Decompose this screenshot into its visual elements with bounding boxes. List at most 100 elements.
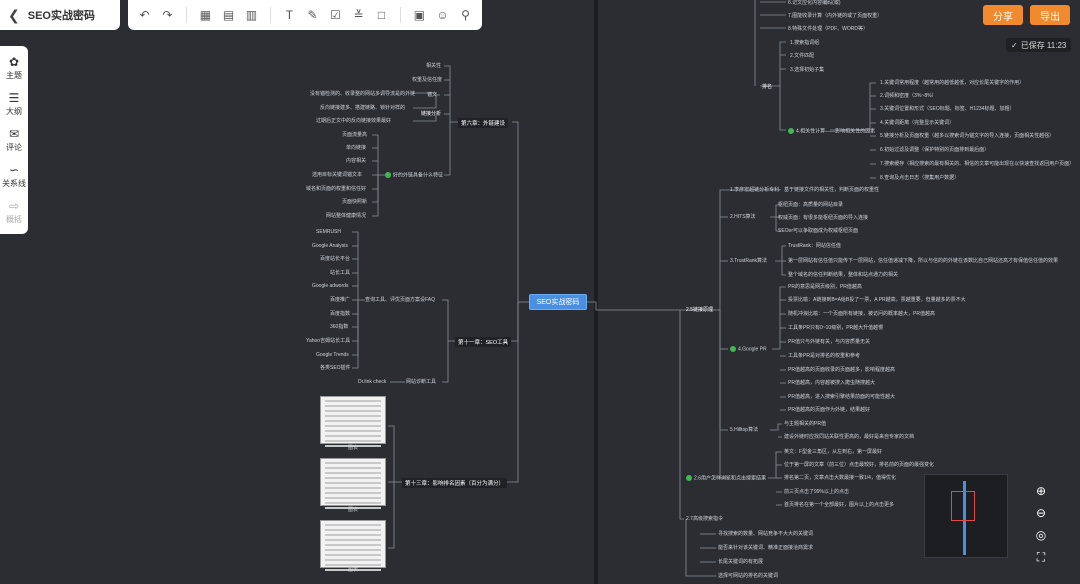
list-item[interactable]: PR值越高，内容越被搜入爬虫随搜越大 (788, 380, 875, 386)
list-item[interactable]: 锚文 (427, 92, 437, 98)
minimap-viewport[interactable] (951, 491, 975, 521)
chart-image[interactable] (320, 458, 386, 509)
chapter-13-node[interactable]: 第十三章：影响排名因素（百分为满分） (402, 478, 508, 488)
list-item[interactable]: 360指数 (330, 324, 348, 330)
list-item[interactable]: 选用目标关键词锚文本 (312, 172, 362, 178)
chart-image[interactable] (320, 520, 386, 571)
list-item[interactable]: 2.词频和密度（3%~8%） (880, 93, 937, 99)
list-item[interactable]: 2.7高级搜索指令 (686, 516, 723, 522)
image-caption: 图表 (348, 445, 359, 451)
list-item[interactable]: 工具条PR只有0~10级别，PR越大升值越慢 (788, 325, 883, 331)
list-item[interactable]: 7.图能收录计算（内外链的或了页面权重） (788, 13, 882, 19)
list-item[interactable]: 基于链接文件的相关性，判断页面的权重性 (784, 187, 879, 193)
list-item[interactable]: 工具条PR是对排名的权重和参考 (788, 353, 860, 359)
list-item[interactable]: 6.记文应化内容编码(或) (788, 0, 841, 6)
list-item[interactable]: 前三页点击了99%以上的点击 (784, 489, 849, 495)
list-item[interactable]: 2.文件匹配 (790, 53, 814, 59)
list-item[interactable]: SEOer可以争取面成为权威枢纽页面 (778, 228, 858, 234)
list-item[interactable]: 各类SEO插件 (320, 365, 351, 371)
list-item[interactable]: 长尾关键词的有拓展 (718, 559, 763, 565)
list-item[interactable]: 选择可网站的排名的关键词 (718, 573, 778, 579)
chart-image[interactable] (320, 396, 386, 447)
list-item[interactable]: 位于第一屏的文章（前三位）点击最较好，排名前的页面的最强变化 (784, 462, 934, 468)
root-node[interactable]: SEO实战密码 (529, 294, 587, 310)
list-item[interactable]: 4.关键词距离（完整显示关键词） (880, 120, 954, 126)
list-item[interactable]: PR值只与外链有关，与内容质量无关 (788, 339, 870, 345)
list-item[interactable]: 1.搜索指词组 (790, 40, 819, 46)
list-item[interactable]: 百度站长平台 (320, 256, 350, 262)
list-item[interactable]: 内容相关 (346, 158, 366, 164)
list-item[interactable]: 过期后正文中的反向链接效果最好 (316, 118, 391, 124)
list-item[interactable]: Google Analysis (312, 243, 348, 249)
list-item[interactable]: 随机冲浪比喻：一个页面所有链接，被访问的概率越大，PR值越高 (788, 311, 935, 317)
group-node[interactable]: 网站诊断工具 (406, 379, 436, 385)
chapter-6-node[interactable]: 第六章：外链建设 (458, 118, 509, 128)
list-item[interactable]: PR值越高的页面收录的页面越多，影响程度越高 (788, 367, 895, 373)
list-item[interactable]: 英文：F型金三角区，从左到右，第一屏最好 (784, 449, 882, 455)
mindmap-connectors (352, 0, 876, 577)
list-item[interactable]: 建设外链时应找同站关联性更高的，最好是来自专家的文档 (784, 434, 914, 440)
list-item[interactable]: 5.Hilltop算法 (730, 427, 758, 433)
list-item[interactable]: 1.李彦宏超链分析专利 (730, 187, 779, 193)
list-item[interactable]: 页面快照新 (342, 199, 367, 205)
list-item[interactable]: 6.初始过滤及调整（保护特别的页面排到最后面） (880, 147, 989, 153)
group-node[interactable]: 查询工具、评优页面方案设FAQ (365, 297, 435, 303)
list-item[interactable]: TrustRank：网站信任值 (788, 243, 841, 249)
group-node[interactable]: 好的外链具备什么特征 (385, 172, 443, 178)
list-item[interactable]: Google Trends (316, 352, 349, 358)
list-item[interactable]: Yahoo吉姆站长工具 (306, 338, 350, 344)
list-item[interactable]: 单向链接 (346, 145, 366, 151)
rank-node[interactable]: 排名 (762, 84, 772, 90)
list-item[interactable]: 1.关键词常用程度（越常用的越低越低，对应长尾关键字的作用） (880, 80, 1024, 86)
chapter-11-node[interactable]: 第十一章：SEO工具 (455, 337, 512, 347)
list-item[interactable]: 能否来针对该关键词、精准正面接洽商需求 (718, 545, 813, 551)
list-item[interactable]: 百度指数 (330, 311, 350, 317)
list-item[interactable]: 8.特殊文件处理（PDF、WORD等） (788, 26, 868, 32)
list-item[interactable]: 反向链接建多、搭建链路、锁针对样的 (320, 105, 405, 111)
list-item[interactable]: 站长工具 (330, 270, 350, 276)
list-item[interactable]: PR值越高，进入搜索引擎结果前面的可能性越大 (788, 394, 895, 400)
list-item[interactable]: 寻找搜索的数量、网站竞争不大大的关键词 (718, 531, 813, 537)
list-item[interactable]: 2.HITS算法 (730, 214, 756, 220)
list-item[interactable]: 百度推广 (330, 297, 350, 303)
list-item[interactable]: 第一层网站有信任值只能传下一层网站，信任值递减下降，所以与信的的外链在该数比自己… (788, 258, 1058, 264)
group-node[interactable]: 4.Google PR (730, 346, 767, 352)
list-item[interactable]: 没有锚检测的、收录整的网站多调导流是的外链 (310, 91, 415, 97)
group-label: 4.Google PR (738, 346, 767, 353)
list-item[interactable]: 8.查询及点击日志（搜集用户数据） (880, 175, 959, 181)
list-item[interactable]: 网站整体健康情况 (326, 213, 366, 219)
list-item[interactable]: 3.选择初始子集 (790, 67, 824, 73)
image-caption: 图表 (348, 567, 359, 573)
zoom-in-icon[interactable]: ⊕ (1030, 482, 1052, 500)
list-item[interactable]: 投票比喻：A链接到B=A给B投了一票，A PR越高，票越重要，但量越多的票不大 (788, 297, 966, 303)
list-item[interactable]: 5.链接分析及页面权重（越多以搜索词为锚文字的导入连接，页面相关性越强） (880, 133, 1054, 139)
list-item[interactable]: 与主题相关的PR值 (784, 421, 826, 427)
group-label: 2.6用户怎样浏览和点击搜索结果 (694, 475, 766, 482)
minimap[interactable] (924, 474, 1008, 558)
list-item[interactable]: 相关性 (426, 63, 441, 69)
list-item[interactable]: PR值越高的页面作为外链，结果越好 (788, 407, 870, 413)
list-item[interactable]: 权威页面：有很多能枢纽页面的导入连接 (778, 215, 868, 221)
list-item[interactable]: Dr.link check (358, 379, 386, 385)
check-icon (788, 128, 794, 134)
section-node[interactable]: 2.5链接原理 (686, 307, 713, 313)
list-item[interactable]: 页面流量高 (342, 132, 367, 138)
fullscreen-icon[interactable]: ⛶ (1030, 548, 1052, 566)
list-item[interactable]: 排名第二页，文章点击大数最接一致1/4，值得优化 (784, 475, 896, 481)
list-item[interactable]: 枢纽页面：高质量的网站目录 (778, 202, 843, 208)
list-item[interactable]: 7.搜索缓存（相应搜索的最有相关的、相信的文章可能出现在以快速查找返回用户页面） (880, 161, 1074, 167)
group-node[interactable]: 4.相关性计算——影响相关性的因素 (788, 128, 875, 134)
locate-icon[interactable]: ◎ (1030, 526, 1052, 544)
list-item[interactable]: 3.关键词位置和形式（SEO标题、标签、H1234标题、加粗） (880, 106, 1014, 112)
list-item[interactable]: 域名和页面的权重和信任好 (306, 186, 366, 192)
list-item[interactable]: 3.TrustRank算法 (730, 258, 767, 264)
list-item[interactable]: 权重及信任度 (412, 77, 442, 83)
group-node[interactable]: 2.6用户怎样浏览和点击搜索结果 (686, 475, 766, 481)
list-item[interactable]: 整个域名的信任判断结果，整体和站点通力的相关 (788, 272, 898, 278)
zoom-out-icon[interactable]: ⊖ (1030, 504, 1052, 522)
list-item[interactable]: Google adwords (312, 283, 348, 289)
list-item[interactable]: 首页排名在第一个全部最好，图片以上的点击更多 (784, 502, 894, 508)
list-item[interactable]: 链接分析 (421, 111, 441, 117)
list-item[interactable]: SEMRUSH (316, 229, 341, 235)
list-item[interactable]: PR的意思是网页级别，PR值越高 (788, 284, 862, 290)
